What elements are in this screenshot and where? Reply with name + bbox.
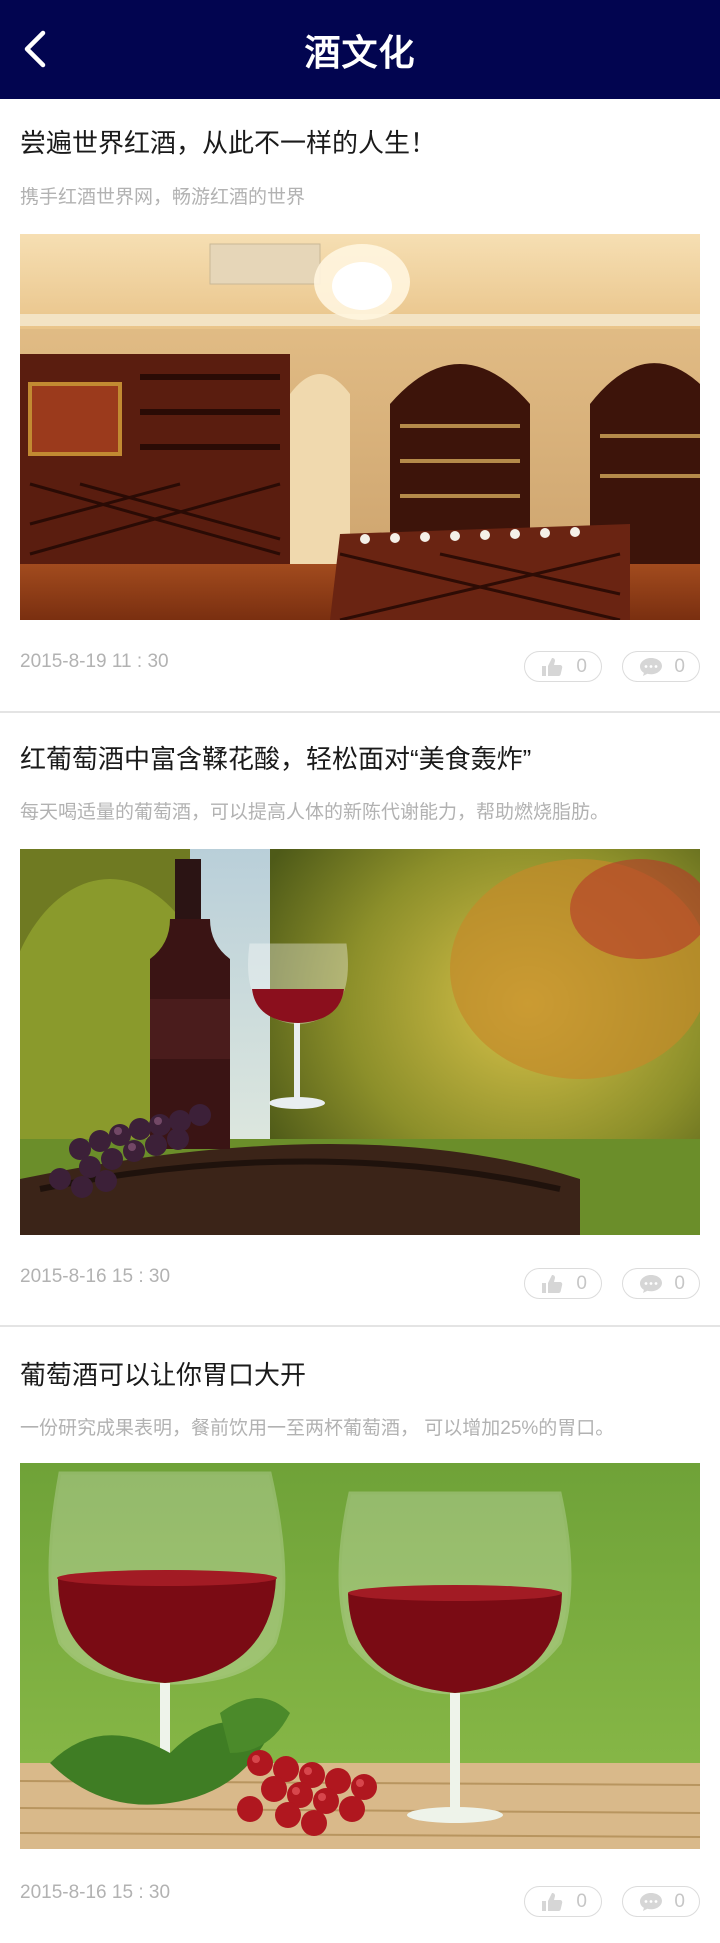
comment-count: 0: [674, 1272, 685, 1294]
article-subtitle: 携手红酒世界网，畅游红酒的世界: [20, 187, 306, 208]
article-image[interactable]: [20, 234, 700, 620]
article-card[interactable]: 尝遍世界红酒，从此不一样的人生！ 携手红酒世界网，畅游红酒的世界 2015-8-…: [0, 99, 720, 713]
wine-glasses-image: [20, 1463, 700, 1849]
article-card[interactable]: 红葡萄酒中富含鞣花酸，轻松面对“美食轰炸” 每天喝适量的葡萄酒，可以提高人体的新…: [0, 713, 720, 1327]
speech-bubble-icon: [639, 1274, 663, 1294]
article-title[interactable]: 红葡萄酒中富含鞣花酸，轻松面对“美食轰炸”: [20, 739, 710, 776]
article-title[interactable]: 葡萄酒可以让你胃口大开: [20, 1355, 710, 1392]
like-count: 0: [576, 1272, 587, 1294]
article-image[interactable]: [20, 1463, 700, 1849]
article-title[interactable]: 尝遍世界红酒，从此不一样的人生！: [20, 123, 710, 160]
comment-count: 0: [674, 655, 685, 677]
like-button[interactable]: 0: [524, 1268, 602, 1299]
article-subtitle: 一份研究成果表明，餐前饮用一至两杯葡萄酒， 可以增加25%的胃口。: [20, 1418, 615, 1439]
comment-button[interactable]: 0: [622, 651, 700, 682]
comment-button[interactable]: 0: [622, 1268, 700, 1299]
like-button[interactable]: 0: [524, 651, 602, 682]
thumbs-up-icon: [541, 657, 563, 677]
article-date: 2015-8-16 15 : 30: [20, 1882, 171, 1903]
thumbs-up-icon: [541, 1892, 563, 1912]
comment-button[interactable]: 0: [622, 1886, 700, 1917]
vineyard-image: [20, 849, 700, 1235]
chevron-left-icon: [24, 30, 46, 68]
article-date: 2015-8-19 11 : 30: [20, 651, 169, 672]
comment-count: 0: [674, 1890, 685, 1912]
article-image[interactable]: [20, 849, 700, 1235]
like-count: 0: [576, 655, 587, 677]
like-count: 0: [576, 1890, 587, 1912]
thumbs-up-icon: [541, 1274, 563, 1294]
like-button[interactable]: 0: [524, 1886, 602, 1917]
back-button[interactable]: [14, 26, 54, 72]
article-subtitle: 每天喝适量的葡萄酒，可以提高人体的新陈代谢能力，帮助燃烧脂肪。: [20, 802, 610, 823]
article-card[interactable]: 葡萄酒可以让你胃口大开 一份研究成果表明，餐前饮用一至两杯葡萄酒， 可以增加25…: [0, 1327, 720, 1941]
wine-cellar-image: [20, 234, 700, 620]
page-title: 酒文化: [304, 31, 416, 73]
speech-bubble-icon: [639, 1892, 663, 1912]
article-date: 2015-8-16 15 : 30: [20, 1266, 171, 1287]
app-header: 酒文化: [0, 0, 720, 99]
speech-bubble-icon: [639, 657, 663, 677]
